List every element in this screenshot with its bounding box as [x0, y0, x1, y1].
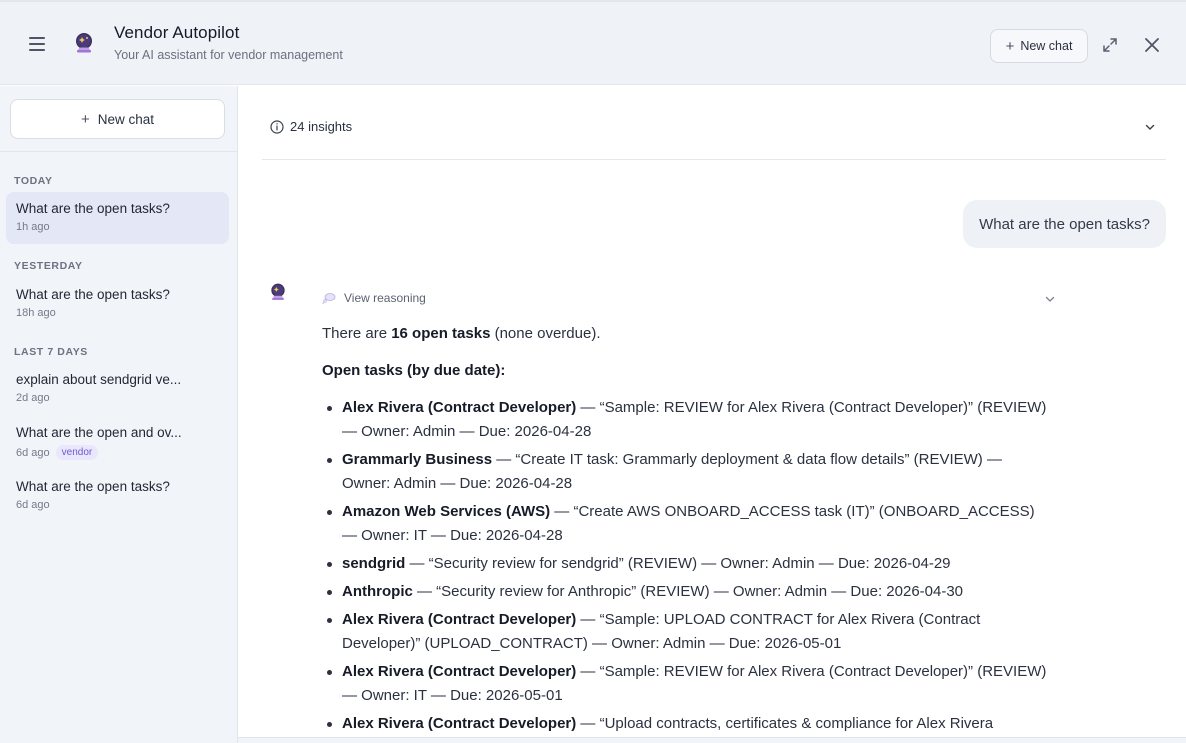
chevron-down-icon[interactable] — [1044, 293, 1056, 305]
task-item: Anthropic — “Security review for Anthrop… — [322, 580, 1052, 604]
task-item: sendgrid — “Security review for sendgrid… — [322, 552, 1052, 576]
task-vendor: Anthropic — [342, 583, 413, 600]
app-subtitle: Your AI assistant for vendor management — [114, 48, 343, 62]
crystal-ball-icon — [76, 33, 92, 53]
summary-text: There are — [322, 325, 392, 342]
section-label-today: TODAY — [14, 175, 53, 187]
sidebar-new-chat-button[interactable]: + New chat — [10, 99, 225, 139]
conversation-item[interactable]: explain about sendgrid ve... 2d ago — [6, 363, 229, 415]
task-detail: — “Security review for Anthropic” (REVIE… — [412, 583, 964, 600]
task-item: Alex Rivera (Contract Developer) — “Uplo… — [322, 712, 1052, 736]
conversation-title: What are the open tasks? — [16, 201, 170, 216]
conversation-sidebar: + New chat TODAY What are the open tasks… — [0, 86, 238, 743]
header-new-chat-label: New chat — [1020, 39, 1073, 53]
view-reasoning-toggle[interactable]: View reasoning — [322, 291, 426, 305]
sidebar-divider — [0, 151, 237, 152]
task-vendor: Grammarly Business — [342, 451, 493, 468]
conversation-item[interactable]: What are the open tasks? 6d ago — [6, 470, 229, 522]
close-icon[interactable] — [1142, 35, 1162, 55]
conversation-time: 1h ago — [16, 221, 50, 233]
user-message: What are the open tasks? — [963, 200, 1166, 248]
answer-heading: Open tasks (by due date): — [322, 359, 1052, 383]
crystal-ball-icon — [271, 283, 285, 300]
conversation-title: What are the open and ov... — [16, 425, 182, 440]
conversation-time: 6d ago — [16, 499, 50, 511]
conversation-time: 18h ago — [16, 307, 56, 319]
expand-icon[interactable] — [1100, 35, 1120, 55]
task-vendor: Alex Rivera (Contract Developer) — [342, 715, 577, 732]
chevron-down-icon — [1145, 124, 1155, 130]
view-reasoning-label: View reasoning — [344, 291, 426, 305]
hamburger-icon[interactable] — [29, 37, 47, 51]
task-item: Alex Rivera (Contract Developer) — “Samp… — [322, 660, 1052, 708]
task-detail: — “Upload contracts, certificates & comp… — [576, 715, 994, 732]
conversation-item[interactable]: What are the open and ov... 6d ago vendo… — [6, 416, 229, 468]
conversation-time: 6d ago — [16, 446, 50, 459]
task-vendor: Alex Rivera (Contract Developer) — [342, 611, 577, 628]
answer-heading-text: Open tasks (by due date): — [322, 362, 506, 379]
section-label-yesterday: YESTERDAY — [14, 260, 83, 272]
plus-icon: + — [80, 110, 90, 128]
insights-toggle[interactable]: 24 insights — [262, 86, 1166, 160]
task-item: Grammarly Business — “Create IT task: Gr… — [322, 448, 1052, 496]
summary-text: (none overdue). — [490, 325, 601, 342]
plus-icon: + — [1005, 37, 1015, 55]
task-item: Alex Rivera (Contract Developer) — “Samp… — [322, 396, 1052, 444]
answer-summary: There are 16 open tasks (none overdue). — [322, 322, 1052, 346]
task-vendor: sendgrid — [342, 555, 406, 572]
app-title: Vendor Autopilot — [114, 23, 240, 42]
conversation-title: What are the open tasks? — [16, 479, 170, 494]
sidebar-new-chat-label: New chat — [97, 111, 155, 127]
info-circle-icon — [270, 120, 284, 134]
header-new-chat-button[interactable]: + New chat — [990, 29, 1088, 63]
app-header: Vendor Autopilot Your AI assistant for v… — [0, 2, 1186, 85]
open-task-count: 16 open tasks — [391, 325, 491, 342]
task-vendor: Alex Rivera (Contract Developer) — [342, 399, 577, 416]
assistant-answer: There are 16 open tasks (none overdue). … — [322, 322, 1052, 737]
task-item: Alex Rivera (Contract Developer) — “Samp… — [322, 608, 1052, 656]
task-detail: — “Security review for sendgrid” (REVIEW… — [405, 555, 951, 572]
task-item: Amazon Web Services (AWS) — “Create AWS … — [322, 500, 1052, 548]
conversation-title: explain about sendgrid ve... — [16, 372, 182, 387]
conversation-tag: vendor — [55, 445, 99, 460]
task-vendor: Alex Rivera (Contract Developer) — [342, 663, 577, 680]
task-vendor: Amazon Web Services (AWS) — [342, 503, 551, 520]
insights-label: 24 insights — [290, 119, 353, 134]
conversation-item[interactable]: What are the open tasks? 18h ago — [6, 278, 229, 330]
app-window: Vendor Autopilot Your AI assistant for v… — [0, 0, 1186, 743]
section-label-last-7-days: LAST 7 DAYS — [14, 346, 88, 358]
conversation-time: 2d ago — [16, 392, 50, 404]
conversation-item[interactable]: What are the open tasks? 1h ago — [6, 192, 229, 244]
composer-edge — [238, 737, 1186, 743]
task-list: Alex Rivera (Contract Developer) — “Samp… — [322, 396, 1052, 736]
conversation-title: What are the open tasks? — [16, 287, 170, 302]
thought-bubble-icon — [322, 293, 336, 304]
chat-main: 24 insights What are the open tasks? Vie… — [238, 86, 1186, 737]
